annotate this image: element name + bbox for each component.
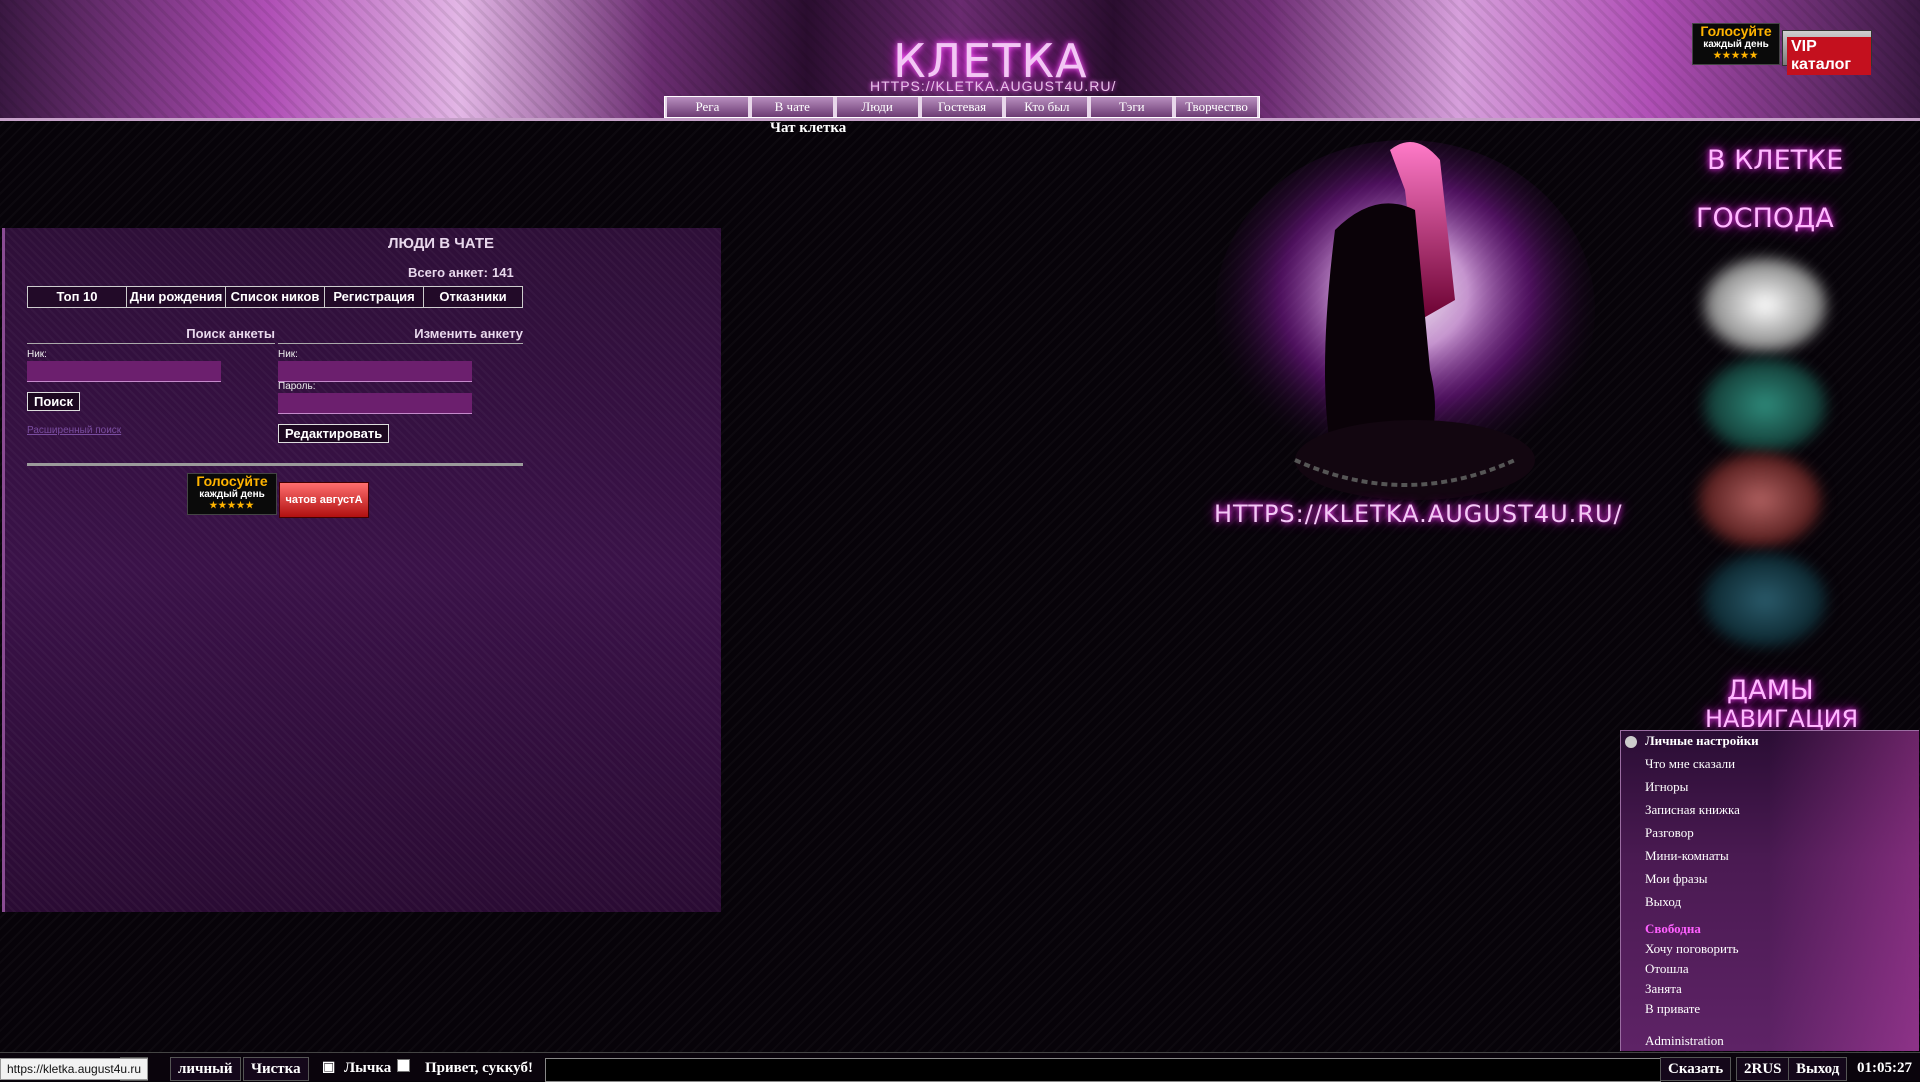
status-want-talk[interactable]: Хочу поговорить bbox=[1645, 941, 1739, 957]
extended-search-link[interactable]: Расширенный поиск bbox=[27, 425, 121, 436]
save-icon[interactable]: ▣ bbox=[322, 1057, 335, 1079]
nav-tags[interactable]: Тэги bbox=[1091, 97, 1173, 117]
tab-refusers[interactable]: Отказники bbox=[424, 287, 522, 307]
nav-my-phrases[interactable]: Мои фразы bbox=[1645, 871, 1708, 887]
user-avatar-1[interactable] bbox=[1700, 255, 1830, 355]
masters-heading: ГОСПОДА bbox=[1696, 203, 1834, 234]
total-value: 141 bbox=[492, 265, 514, 280]
nav-personal-settings[interactable]: Личные настройки bbox=[1645, 733, 1759, 749]
personal-toggle-label: Лычка bbox=[344, 1060, 392, 1076]
vip-catalog-banner[interactable]: VIP каталог bbox=[1782, 30, 1872, 75]
nav-conversation[interactable]: Разговор bbox=[1645, 825, 1694, 841]
search-button[interactable]: Поиск bbox=[27, 392, 81, 411]
navigation-menu: Личные настройки Что мне сказали Игноры … bbox=[1620, 730, 1919, 1051]
people-panel: ЛЮДИ В ЧАТЕ Всего анкет: 141 Топ 10 Дни р… bbox=[2, 228, 721, 912]
panel-vote-line2: каждый день bbox=[199, 489, 265, 500]
status-free[interactable]: Свободна bbox=[1645, 921, 1701, 937]
top-navigation: Рега В чате Люди Гостевая Кто был Тэги Т… bbox=[664, 96, 1260, 118]
people-title: ЛЮДИ В ЧАТЕ bbox=[388, 235, 495, 252]
search-heading: Поиск анкеты bbox=[27, 326, 275, 344]
status-busy[interactable]: Занята bbox=[1645, 981, 1682, 997]
total-label: Всего анкет: bbox=[408, 265, 488, 280]
nav-notebook[interactable]: Записная книжка bbox=[1645, 802, 1740, 818]
edit-nick-input[interactable] bbox=[278, 361, 472, 382]
nav-administration[interactable]: Administration bbox=[1645, 1033, 1724, 1049]
ladies-heading: ДАМЫ bbox=[1727, 675, 1814, 706]
search-nick-input[interactable] bbox=[27, 361, 221, 382]
nav-exit[interactable]: Выход bbox=[1645, 894, 1681, 910]
nav-mini-rooms[interactable]: Мини-комнаты bbox=[1645, 848, 1729, 864]
edit-heading: Изменить анкету bbox=[278, 326, 523, 344]
chained-figure-artwork bbox=[1215, 140, 1595, 500]
edit-nick-label: Ник: bbox=[278, 349, 298, 360]
nav-guestbook[interactable]: Гостевая bbox=[921, 97, 1003, 117]
vote-stars: ★★★★★ bbox=[1713, 50, 1759, 60]
nav-ignores[interactable]: Игноры bbox=[1645, 779, 1688, 795]
nav-rega[interactable]: Рега bbox=[667, 97, 748, 117]
status-url-tooltip: https://kletka.august4u.ru bbox=[0, 1058, 149, 1080]
vote-banner-header[interactable]: Голосуйте каждый день ★★★★★ bbox=[1692, 23, 1780, 65]
vip-label: VIP каталог bbox=[1787, 37, 1871, 75]
clock: 01:05:27 bbox=[1857, 1060, 1912, 1076]
nav-in-chat[interactable]: В чате bbox=[751, 97, 833, 117]
nav-creativity[interactable]: Творчество bbox=[1176, 97, 1258, 117]
page-title: Чат клетка bbox=[770, 120, 847, 136]
site-url-banner[interactable]: HTTPS://KLETKA.AUGUST4U.RU/ bbox=[1214, 500, 1623, 528]
section-divider bbox=[27, 463, 523, 466]
tab-birthdays[interactable]: Дни рождения bbox=[127, 287, 226, 307]
tab-top10[interactable]: Топ 10 bbox=[28, 287, 127, 307]
edit-password-label: Пароль: bbox=[278, 381, 316, 392]
nav-what-they-said[interactable]: Что мне сказали bbox=[1645, 756, 1735, 772]
exit-button[interactable]: Выход bbox=[1788, 1057, 1848, 1081]
tab-registration[interactable]: Регистрация bbox=[325, 287, 424, 307]
clear-button[interactable]: Чистка bbox=[243, 1057, 309, 1081]
nav-people[interactable]: Люди bbox=[836, 97, 918, 117]
total-profiles: Всего анкет: 141 bbox=[408, 265, 514, 280]
people-tabs: Топ 10 Дни рождения Список ников Регистр… bbox=[27, 286, 523, 308]
greeting-text: Привет, суккуб! bbox=[425, 1060, 533, 1076]
edit-password-input[interactable] bbox=[278, 393, 472, 414]
site-header: КЛЕТКА HTTPS://KLETKA.AUGUST4U.RU/ Рега … bbox=[0, 0, 1920, 121]
status-private[interactable]: В привате bbox=[1645, 1001, 1700, 1017]
navigation-heading: НАВИГАЦИЯ bbox=[1705, 705, 1859, 733]
user-avatar-2[interactable] bbox=[1700, 355, 1830, 455]
tab-nick-list[interactable]: Список ников bbox=[226, 287, 325, 307]
personal-checkbox[interactable] bbox=[397, 1059, 410, 1072]
search-nick-label: Ник: bbox=[27, 349, 47, 360]
lang-button[interactable]: 2RUS bbox=[1736, 1057, 1790, 1081]
logo-url: HTTPS://KLETKA.AUGUST4U.RU/ bbox=[870, 78, 1117, 94]
vote-banner-panel[interactable]: Голосуйте каждый день ★★★★★ bbox=[187, 473, 277, 515]
say-button[interactable]: Сказать bbox=[1660, 1057, 1732, 1081]
august-chats-banner[interactable]: чатов августА bbox=[279, 482, 369, 518]
user-avatar-4[interactable] bbox=[1700, 550, 1830, 650]
nav-who-was[interactable]: Кто был bbox=[1006, 97, 1088, 117]
private-button[interactable]: личный bbox=[170, 1057, 241, 1081]
in-cage-heading: В КЛЕТКЕ bbox=[1707, 145, 1844, 176]
edit-button[interactable]: Редактировать bbox=[278, 424, 390, 443]
panel-vote-line1: Голосуйте bbox=[196, 473, 268, 489]
status-away[interactable]: Отошла bbox=[1645, 961, 1689, 977]
vote-line2: каждый день bbox=[1703, 39, 1769, 50]
bottom-bar: ы личный Чистка ▣ Лычка Привет, суккуб! … bbox=[0, 1052, 1920, 1082]
circle-icon bbox=[1625, 736, 1637, 748]
user-avatar-3[interactable] bbox=[1695, 450, 1825, 550]
vote-line1: Голосуйте bbox=[1700, 23, 1772, 39]
panel-vote-stars: ★★★★★ bbox=[209, 500, 255, 510]
message-input[interactable] bbox=[545, 1058, 1661, 1082]
